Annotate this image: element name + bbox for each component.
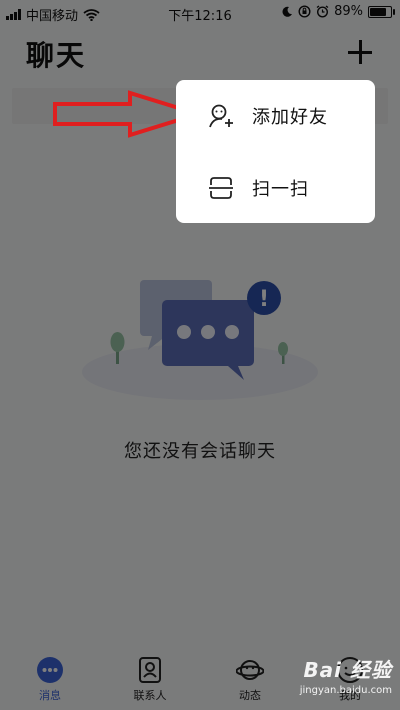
menu-item-add-friend[interactable]: 添加好友 — [176, 86, 375, 146]
add-friend-icon — [209, 104, 233, 128]
menu-item-scan[interactable]: 扫一扫 — [176, 158, 375, 218]
watermark-url: jingyan.baidu.com — [299, 685, 392, 696]
watermark: Bai 经验 jingyan.baidu.com — [300, 654, 392, 696]
menu-item-label: 添加好友 — [252, 107, 328, 128]
watermark-logo: Bai 经验 — [303, 658, 392, 682]
add-popup-menu: 添加好友 扫一扫 — [176, 80, 375, 223]
menu-item-label: 扫一扫 — [252, 179, 309, 200]
scan-icon — [209, 177, 233, 199]
